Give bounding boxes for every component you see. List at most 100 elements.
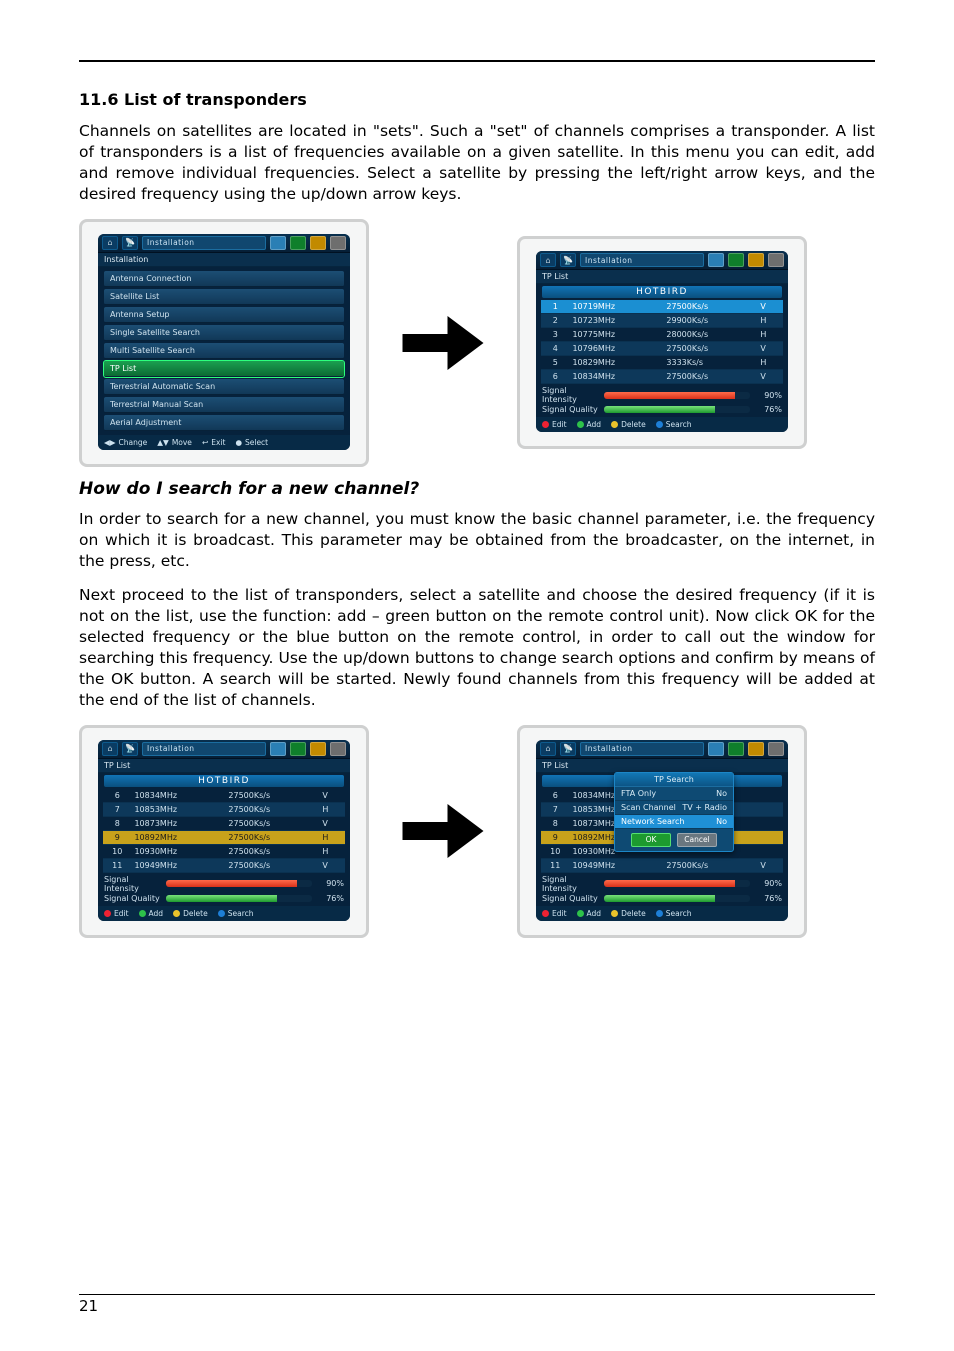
osd-subhead: Installation bbox=[98, 253, 350, 267]
section-intro: Channels on satellites are located in "s… bbox=[79, 121, 875, 205]
hint-search[interactable]: Search bbox=[656, 420, 692, 429]
tp-search-popup: TP Search FTA OnlyNo Scan ChannelTV + Ra… bbox=[614, 772, 734, 852]
howto-title: How do I search for a new channel? bbox=[79, 479, 875, 499]
arrow-right-icon bbox=[393, 298, 493, 388]
signal-quality-pct: 76% bbox=[754, 405, 782, 414]
page-number: 21 bbox=[79, 1294, 875, 1315]
popup-title: TP Search bbox=[615, 773, 733, 787]
signal-quality-pct: 76% bbox=[754, 894, 782, 903]
signal-quality-label: Signal Quality bbox=[542, 405, 600, 414]
installation-menu: Antenna Connection Satellite List Antenn… bbox=[98, 267, 350, 435]
hint-edit[interactable]: Edit bbox=[542, 420, 567, 429]
home-icon: ⌂ bbox=[540, 742, 556, 756]
chip-icon bbox=[310, 742, 326, 756]
osd-tpsearch: ⌂ 📡 Installation TP List HOTBIRD 610834M… bbox=[536, 740, 788, 921]
menu-item[interactable]: Antenna Connection bbox=[104, 271, 344, 287]
tp-row[interactable]: 1110949MHz27500Ks/sV bbox=[103, 858, 345, 872]
chip-icon bbox=[768, 253, 784, 267]
chip-icon bbox=[290, 236, 306, 250]
signal-block: Signal Intensity90% Signal Quality76% bbox=[104, 875, 344, 903]
signal-intensity-label: Signal Intensity bbox=[104, 875, 162, 893]
popup-ok-button[interactable]: OK bbox=[631, 833, 671, 847]
menu-item[interactable]: Aerial Adjustment bbox=[104, 415, 344, 431]
home-icon: ⌂ bbox=[540, 253, 556, 267]
tp-row[interactable]: 610834MHz27500Ks/sV bbox=[103, 789, 345, 803]
chip-icon bbox=[728, 253, 744, 267]
chip-icon bbox=[270, 236, 286, 250]
tp-row[interactable]: 1110949MHz27500Ks/sV bbox=[541, 858, 783, 872]
osd-subhead: TP List bbox=[536, 270, 788, 284]
hint-search[interactable]: Search bbox=[656, 909, 692, 918]
signal-intensity-pct: 90% bbox=[754, 391, 782, 400]
hint-add[interactable]: Add bbox=[577, 420, 602, 429]
osd-titlebar: ⌂ 📡 Installation bbox=[536, 251, 788, 270]
signal-intensity-bar bbox=[166, 880, 312, 887]
howto-p1: In order to search for a new channel, yo… bbox=[79, 509, 875, 572]
home-icon: ⌂ bbox=[102, 236, 118, 250]
chip-icon bbox=[310, 236, 326, 250]
osd-footer-hints: Edit Add Delete Search bbox=[536, 906, 788, 921]
osd-titlebar: ⌂ 📡 Installation bbox=[536, 740, 788, 759]
hint-add[interactable]: Add bbox=[577, 909, 602, 918]
osd-installation: ⌂ 📡 Installation Installation Antenna Co… bbox=[98, 234, 350, 450]
hint-edit[interactable]: Edit bbox=[542, 909, 567, 918]
satellite-banner[interactable]: HOTBIRD bbox=[104, 775, 344, 787]
hint-edit[interactable]: Edit bbox=[104, 909, 129, 918]
tp-row-selected[interactable]: 910892MHz27500Ks/sH bbox=[103, 830, 345, 844]
signal-quality-label: Signal Quality bbox=[104, 894, 162, 903]
chip-icon bbox=[708, 253, 724, 267]
stb-panel-tpsearch: ⌂ 📡 Installation TP List HOTBIRD 610834M… bbox=[517, 725, 807, 938]
menu-item[interactable]: Multi Satellite Search bbox=[104, 343, 344, 359]
tp-row[interactable]: 710853MHz27500Ks/sH bbox=[103, 802, 345, 816]
osd-footer-hints: ◀▶ Change ▲▼ Move ↩ Exit ● Select bbox=[98, 435, 350, 450]
document-page: 11.6 List of transponders Channels on sa… bbox=[0, 0, 954, 1351]
chip-icon bbox=[330, 236, 346, 250]
satellite-banner[interactable]: HOTBIRD bbox=[542, 286, 782, 298]
menu-item[interactable]: Satellite List bbox=[104, 289, 344, 305]
signal-block: Signal Intensity90% Signal Quality76% bbox=[542, 875, 782, 903]
hint-search[interactable]: Search bbox=[218, 909, 254, 918]
dish-icon: 📡 bbox=[122, 236, 138, 250]
stb-panel-tplist-top: ⌂ 📡 Installation TP List HOTBIRD 110719M… bbox=[517, 236, 807, 449]
tp-row[interactable]: 210723MHz29900Ks/sH bbox=[541, 314, 783, 328]
home-icon: ⌂ bbox=[102, 742, 118, 756]
signal-quality-label: Signal Quality bbox=[542, 894, 600, 903]
hint-add[interactable]: Add bbox=[139, 909, 164, 918]
chip-icon bbox=[728, 742, 744, 756]
tp-row[interactable]: 110719MHz27500Ks/sV bbox=[541, 300, 783, 314]
osd-subhead: TP List bbox=[98, 759, 350, 773]
osd-tplist-top: ⌂ 📡 Installation TP List HOTBIRD 110719M… bbox=[536, 251, 788, 432]
howto-p2: Next proceed to the list of transponders… bbox=[79, 585, 875, 711]
tp-table: 610834MHz27500Ks/sV 710853MHz27500Ks/sH … bbox=[103, 789, 345, 873]
popup-option-fta[interactable]: FTA OnlyNo bbox=[615, 787, 733, 801]
menu-item-tp-list[interactable]: TP List bbox=[104, 361, 344, 377]
menu-item[interactable]: Antenna Setup bbox=[104, 307, 344, 323]
signal-quality-bar bbox=[604, 895, 750, 902]
tp-row[interactable]: 510829MHz3333Ks/sH bbox=[541, 356, 783, 370]
osd-footer-hints: Edit Add Delete Search bbox=[536, 417, 788, 432]
stb-panel-installation: ⌂ 📡 Installation Installation Antenna Co… bbox=[79, 219, 369, 467]
hint-delete[interactable]: Delete bbox=[611, 909, 646, 918]
chip-icon bbox=[290, 742, 306, 756]
osd-tplist-mid: ⌂ 📡 Installation TP List HOTBIRD 610834M… bbox=[98, 740, 350, 921]
hint-delete[interactable]: Delete bbox=[173, 909, 208, 918]
popup-option-network[interactable]: Network SearchNo bbox=[615, 815, 733, 829]
osd-title: Installation bbox=[580, 253, 704, 267]
header-rule bbox=[79, 60, 875, 62]
chip-icon bbox=[330, 742, 346, 756]
stb-panel-tplist-mid: ⌂ 📡 Installation TP List HOTBIRD 610834M… bbox=[79, 725, 369, 938]
tp-row[interactable]: 1010930MHz27500Ks/sH bbox=[103, 844, 345, 858]
tp-row[interactable]: 310775MHz28000Ks/sH bbox=[541, 328, 783, 342]
menu-item[interactable]: Terrestrial Automatic Scan bbox=[104, 379, 344, 395]
tp-row[interactable]: 610834MHz27500Ks/sV bbox=[541, 370, 783, 384]
menu-item[interactable]: Terrestrial Manual Scan bbox=[104, 397, 344, 413]
tp-row[interactable]: 810873MHz27500Ks/sV bbox=[103, 816, 345, 830]
figure-row-2: ⌂ 📡 Installation TP List HOTBIRD 610834M… bbox=[79, 725, 875, 938]
popup-option-scanchannel[interactable]: Scan ChannelTV + Radio bbox=[615, 801, 733, 815]
osd-title: Installation bbox=[142, 742, 266, 756]
menu-item[interactable]: Single Satellite Search bbox=[104, 325, 344, 341]
chip-icon bbox=[768, 742, 784, 756]
hint-delete[interactable]: Delete bbox=[611, 420, 646, 429]
popup-cancel-button[interactable]: Cancel bbox=[677, 833, 717, 847]
tp-row[interactable]: 410796MHz27500Ks/sV bbox=[541, 342, 783, 356]
